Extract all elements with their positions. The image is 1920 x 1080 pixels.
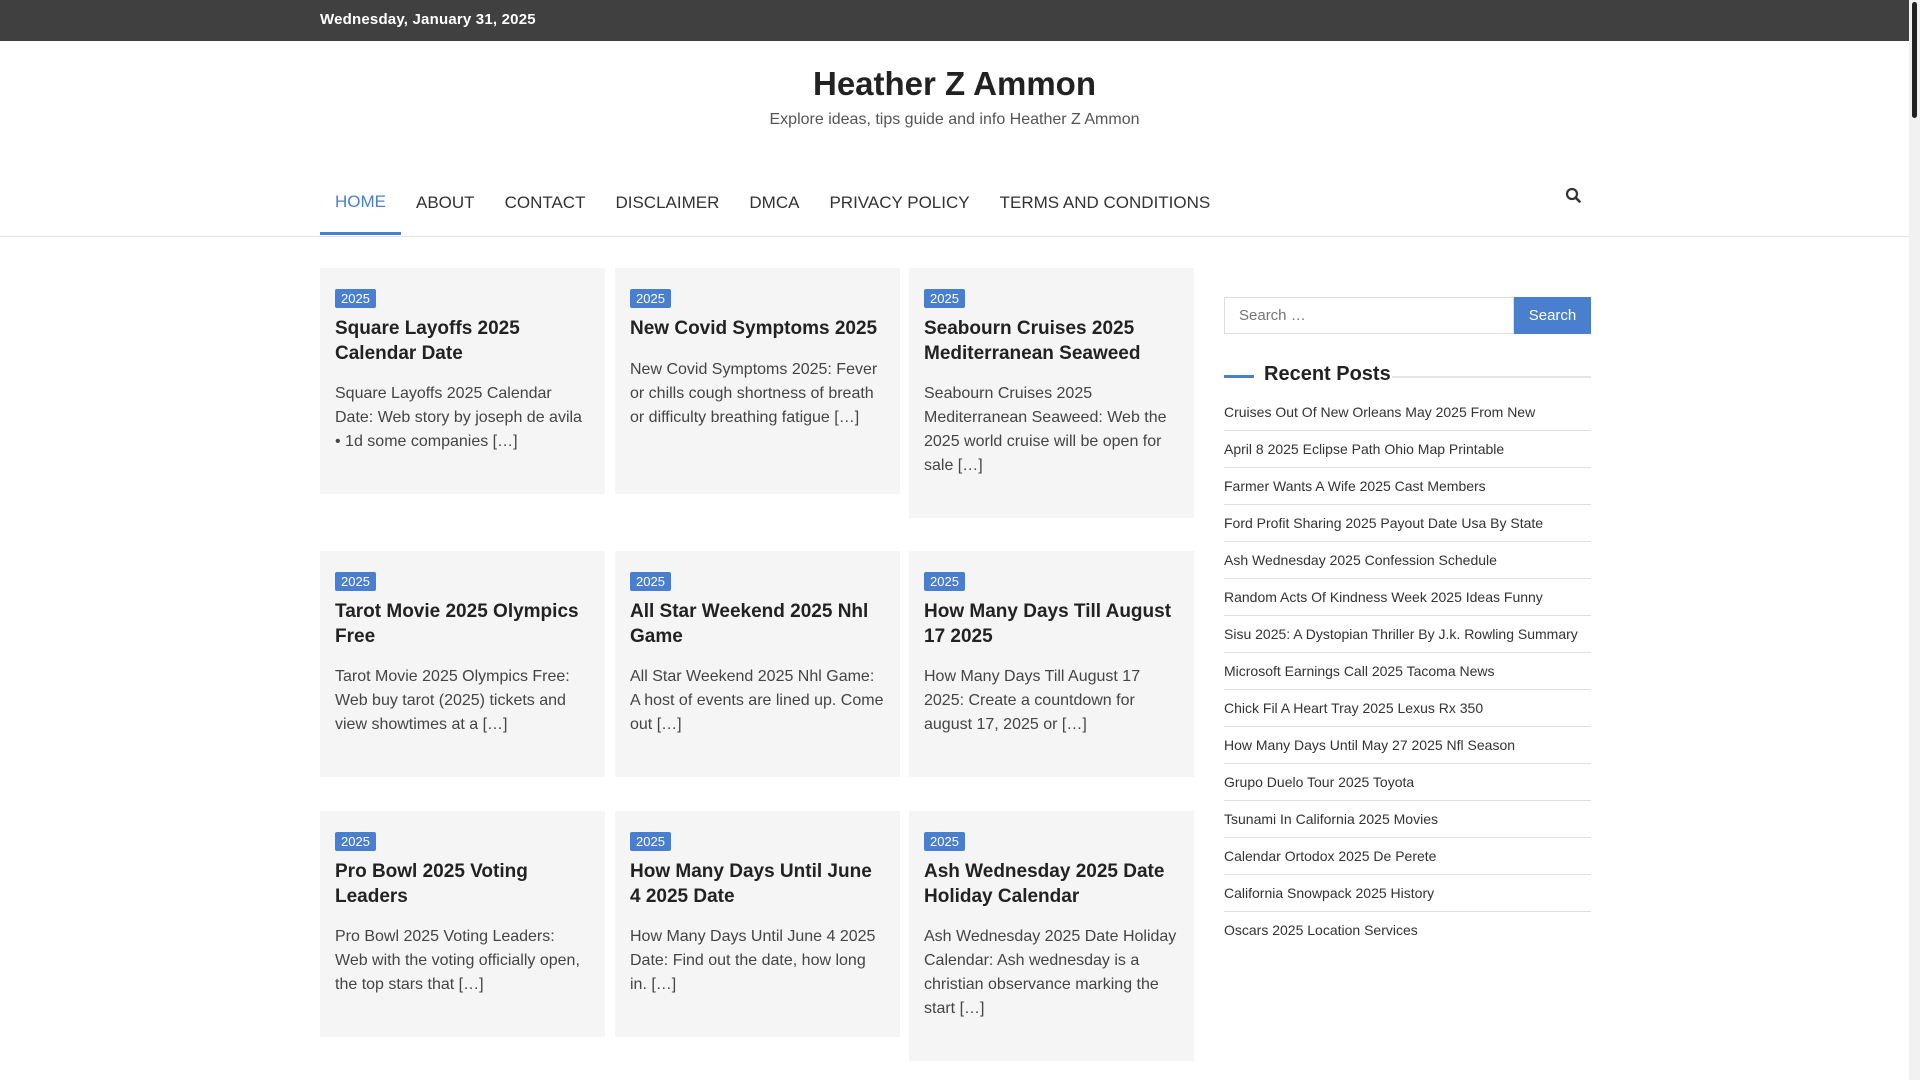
recent-post-link[interactable]: Ash Wednesday 2025 Confession Schedule: [1224, 542, 1591, 579]
category-badge[interactable]: 2025: [924, 289, 965, 308]
post-excerpt: Tarot Movie 2025 Olympics Free: Web buy …: [335, 668, 570, 733]
sidebar-search-button[interactable]: Search: [1514, 297, 1591, 334]
post-title[interactable]: Ash Wednesday 2025 Date Holiday Calendar: [924, 859, 1179, 909]
post-excerpt: How Many Days Till August 17 2025: Creat…: [924, 668, 1141, 733]
recent-post-link[interactable]: Sisu 2025: A Dystopian Thriller By J.k. …: [1224, 616, 1591, 653]
current-date: Wednesday, January 31, 2025: [320, 11, 536, 28]
post-card: 2025 How Many Days Until June 4 2025 Dat…: [615, 811, 900, 1037]
recent-post-link[interactable]: Farmer Wants A Wife 2025 Cast Members: [1224, 468, 1591, 505]
recent-post-link[interactable]: Cruises Out Of New Orleans May 2025 From…: [1224, 394, 1591, 431]
category-badge[interactable]: 2025: [335, 572, 376, 591]
recent-posts-title: Recent Posts: [1264, 363, 1391, 385]
category-badge[interactable]: 2025: [630, 289, 671, 308]
post-title[interactable]: Seabourn Cruises 2025 Mediterranean Seaw…: [924, 316, 1179, 366]
category-badge[interactable]: 2025: [335, 289, 376, 308]
nav-item-dmca[interactable]: DMCA: [734, 175, 814, 235]
post-card: 2025 Pro Bowl 2025 Voting Leaders Pro Bo…: [320, 811, 605, 1037]
post-card: 2025 Tarot Movie 2025 Olympics Free Taro…: [320, 551, 605, 777]
recent-post-link[interactable]: Microsoft Earnings Call 2025 Tacoma News: [1224, 653, 1591, 690]
nav-item-contact[interactable]: CONTACT: [490, 175, 601, 235]
post-excerpt: All Star Weekend 2025 Nhl Game: A host o…: [630, 668, 884, 733]
recent-posts-heading: Recent Posts: [1224, 362, 1591, 390]
recent-post-link[interactable]: Oscars 2025 Location Services: [1224, 912, 1591, 948]
scrollbar-thumb[interactable]: [1912, 2, 1917, 118]
post-title[interactable]: Tarot Movie 2025 Olympics Free: [335, 599, 590, 649]
post-card: 2025 All Star Weekend 2025 Nhl Game All …: [615, 551, 900, 777]
post-card: 2025 Seabourn Cruises 2025 Mediterranean…: [909, 268, 1194, 518]
sidebar-search-form: Search: [1224, 297, 1591, 334]
recent-posts-list: Cruises Out Of New Orleans May 2025 From…: [1224, 394, 1591, 948]
post-excerpt: Ash Wednesday 2025 Date Holiday Calendar…: [924, 928, 1177, 1017]
post-excerpt: New Covid Symptoms 2025: Fever or chills…: [630, 361, 878, 426]
nav-item-home[interactable]: HOME: [320, 175, 401, 235]
category-badge[interactable]: 2025: [924, 832, 965, 851]
heading-divider: [1392, 376, 1591, 378]
recent-post-link[interactable]: How Many Days Until May 27 2025 Nfl Seas…: [1224, 727, 1591, 764]
main-nav: HOME ABOUT CONTACT DISCLAIMER DMCA PRIVA…: [320, 175, 1225, 235]
search-icon[interactable]: [1564, 186, 1584, 206]
category-badge[interactable]: 2025: [630, 572, 671, 591]
recent-post-link[interactable]: Calendar Ortodox 2025 De Perete: [1224, 838, 1591, 875]
post-title[interactable]: Square Layoffs 2025 Calendar Date: [335, 316, 590, 366]
post-excerpt: Seabourn Cruises 2025 Mediterranean Seaw…: [924, 385, 1167, 474]
post-excerpt: How Many Days Until June 4 2025 Date: Fi…: [630, 928, 876, 993]
post-card: 2025 Ash Wednesday 2025 Date Holiday Cal…: [909, 811, 1194, 1061]
nav-item-disclaimer[interactable]: DISCLAIMER: [600, 175, 734, 235]
category-badge[interactable]: 2025: [630, 832, 671, 851]
recent-post-link[interactable]: Tsunami In California 2025 Movies: [1224, 801, 1591, 838]
post-title[interactable]: How Many Days Till August 17 2025: [924, 599, 1179, 649]
recent-post-link[interactable]: Chick Fil A Heart Tray 2025 Lexus Rx 350: [1224, 690, 1591, 727]
recent-post-link[interactable]: Random Acts Of Kindness Week 2025 Ideas …: [1224, 579, 1591, 616]
post-excerpt: Pro Bowl 2025 Voting Leaders: Web with t…: [335, 928, 580, 993]
post-title[interactable]: New Covid Symptoms 2025: [630, 316, 885, 341]
post-card: 2025 Square Layoffs 2025 Calendar Date S…: [320, 268, 605, 494]
recent-post-link[interactable]: California Snowpack 2025 History: [1224, 875, 1591, 912]
post-title[interactable]: Pro Bowl 2025 Voting Leaders: [335, 859, 590, 909]
nav-item-about[interactable]: ABOUT: [401, 175, 490, 235]
recent-post-link[interactable]: Grupo Duelo Tour 2025 Toyota: [1224, 764, 1591, 801]
sidebar-search-input[interactable]: [1224, 297, 1514, 334]
heading-accent-bar: [1224, 375, 1254, 378]
nav-item-terms[interactable]: TERMS AND CONDITIONS: [985, 175, 1226, 235]
site-title[interactable]: Heather Z Ammon: [0, 65, 1909, 103]
page-scrollbar[interactable]: [1909, 0, 1920, 1080]
post-card: 2025 How Many Days Till August 17 2025 H…: [909, 551, 1194, 777]
top-bar: Wednesday, January 31, 2025: [0, 0, 1909, 41]
recent-post-link[interactable]: Ford Profit Sharing 2025 Payout Date Usa…: [1224, 505, 1591, 542]
post-card: 2025 New Covid Symptoms 2025 New Covid S…: [615, 268, 900, 494]
category-badge[interactable]: 2025: [924, 572, 965, 591]
nav-item-privacy-policy[interactable]: PRIVACY POLICY: [814, 175, 984, 235]
site-description: Explore ideas, tips guide and info Heath…: [769, 111, 1140, 128]
post-title[interactable]: All Star Weekend 2025 Nhl Game: [630, 599, 885, 649]
site-header: Heather Z Ammon Explore ideas, tips guid…: [0, 41, 1909, 237]
category-badge[interactable]: 2025: [335, 832, 376, 851]
recent-post-link[interactable]: April 8 2025 Eclipse Path Ohio Map Print…: [1224, 431, 1591, 468]
post-title[interactable]: How Many Days Until June 4 2025 Date: [630, 859, 885, 909]
post-excerpt: Square Layoffs 2025 Calendar Date: Web s…: [335, 385, 582, 450]
